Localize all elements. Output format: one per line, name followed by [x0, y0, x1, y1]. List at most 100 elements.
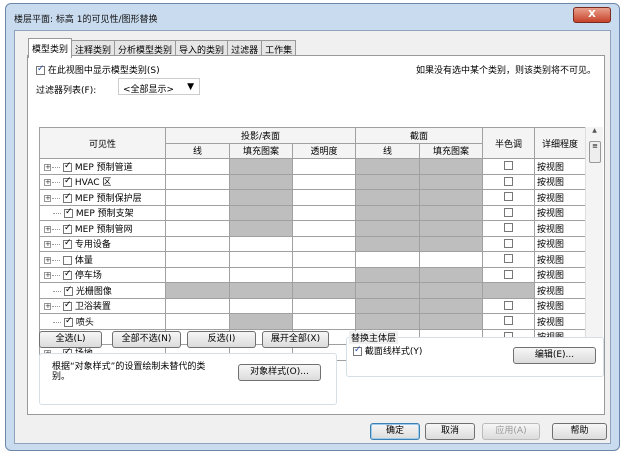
object-styles-button[interactable]: 对象样式(O)... [238, 364, 321, 381]
halftone-cell[interactable] [482, 266, 535, 283]
halftone-checkbox[interactable] [504, 254, 513, 264]
cut-line-cell[interactable] [355, 266, 420, 283]
table-row[interactable]: + MEP 预制管网 按视图 [39, 220, 586, 237]
table-row[interactable]: 光栅图像 按视图 [39, 282, 586, 299]
halftone-cell[interactable] [482, 297, 535, 314]
cut-line-cell[interactable] [355, 220, 420, 237]
table-row[interactable]: 喷头 按视图 [39, 313, 586, 330]
projection-line-cell[interactable] [165, 189, 230, 206]
visibility-checkbox[interactable] [63, 238, 72, 250]
projection-fill-cell[interactable] [229, 266, 293, 283]
projection-fill-cell[interactable] [229, 173, 293, 190]
table-row[interactable]: + 停车场 按视图 [39, 266, 586, 283]
filter-list-dropdown[interactable]: <全部显示> ▼ [118, 78, 200, 95]
projection-fill-cell[interactable] [229, 282, 293, 299]
projection-fill-cell[interactable] [229, 251, 293, 268]
cut-fill-cell[interactable] [419, 189, 483, 206]
vertical-scrollbar[interactable]: ▲ ≡ ▼ [585, 127, 603, 351]
cut-fill-cell[interactable] [419, 282, 483, 299]
close-button[interactable]: X [573, 7, 611, 23]
detail-level-cell[interactable]: 按视图 [534, 313, 586, 330]
halftone-checkbox[interactable] [504, 161, 513, 171]
halftone-cell[interactable] [482, 220, 535, 237]
halftone-checkbox[interactable] [504, 207, 513, 217]
detail-level-cell[interactable]: 按视图 [534, 220, 586, 237]
transparency-cell[interactable] [292, 220, 356, 237]
halftone-checkbox[interactable] [504, 269, 513, 279]
expand-all-button[interactable]: 展开全部(X) [262, 331, 329, 348]
checkbox[interactable] [36, 64, 45, 75]
expand-icon[interactable]: + [44, 256, 51, 264]
detail-level-cell[interactable]: 按视图 [534, 204, 586, 221]
cut-line-cell[interactable] [355, 313, 420, 330]
transparency-cell[interactable] [292, 313, 356, 330]
projection-fill-cell[interactable] [229, 297, 293, 314]
help-button[interactable]: 帮助 [552, 423, 607, 440]
expand-icon[interactable]: + [44, 272, 51, 280]
projection-line-cell[interactable] [165, 297, 230, 314]
cut-fill-cell[interactable] [419, 266, 483, 283]
projection-fill-cell[interactable] [229, 313, 293, 330]
cut-fill-cell[interactable] [419, 251, 483, 268]
visibility-checkbox[interactable] [63, 161, 72, 172]
apply-button[interactable]: 应用(A) [482, 423, 540, 440]
halftone-cell[interactable] [482, 251, 535, 268]
projection-line-cell[interactable] [165, 235, 230, 252]
halftone-checkbox[interactable] [504, 316, 513, 326]
cut-line-cell[interactable] [355, 173, 420, 190]
visibility-checkbox[interactable] [63, 255, 72, 265]
cancel-button[interactable]: 取消 [425, 423, 475, 440]
visibility-checkbox[interactable] [63, 223, 72, 234]
halftone-checkbox[interactable] [504, 176, 513, 186]
transparency-cell[interactable] [292, 173, 356, 190]
halftone-cell[interactable] [482, 313, 535, 330]
projection-line-cell[interactable] [165, 204, 230, 221]
projection-fill-cell[interactable] [229, 235, 293, 252]
transparency-cell[interactable] [292, 282, 356, 299]
expand-icon[interactable]: + [44, 241, 51, 249]
expand-icon[interactable]: + [44, 179, 51, 187]
ok-button[interactable]: 确定 [370, 423, 420, 440]
detail-level-cell[interactable]: 按视图 [534, 266, 586, 283]
visibility-checkbox[interactable] [63, 300, 72, 312]
projection-line-cell[interactable] [165, 282, 230, 299]
transparency-cell[interactable] [292, 204, 356, 221]
halftone-cell[interactable] [482, 282, 535, 299]
cut-line-cell[interactable] [355, 282, 420, 299]
projection-line-cell[interactable] [165, 251, 230, 268]
table-row[interactable]: + HVAC 区 按视图 [39, 173, 586, 190]
expand-icon[interactable]: + [44, 225, 51, 233]
transparency-cell[interactable] [292, 158, 356, 175]
detail-level-cell[interactable]: 按视图 [534, 282, 586, 299]
cut-line-styles-checkbox[interactable]: 截面线样式(Y) [353, 344, 422, 357]
halftone-checkbox[interactable] [504, 300, 513, 310]
cut-fill-cell[interactable] [419, 313, 483, 330]
detail-level-cell[interactable]: 按视图 [534, 297, 586, 314]
cut-line-cell[interactable] [355, 235, 420, 252]
table-row[interactable]: MEP 预制支架 按视图 [39, 204, 586, 221]
cut-line-cell[interactable] [355, 189, 420, 206]
expand-icon[interactable]: + [44, 163, 51, 171]
projection-line-cell[interactable] [165, 173, 230, 190]
table-row[interactable]: + MEP 预制管道 按视图 [39, 158, 586, 175]
cut-fill-cell[interactable] [419, 158, 483, 175]
table-row[interactable]: + 体量 按视图 [39, 251, 586, 268]
table-row[interactable]: + MEP 预制保护层 按视图 [39, 189, 586, 206]
projection-fill-cell[interactable] [229, 220, 293, 237]
projection-line-cell[interactable] [165, 220, 230, 237]
halftone-cell[interactable] [482, 189, 535, 206]
halftone-checkbox[interactable] [504, 238, 513, 248]
visibility-checkbox[interactable] [63, 269, 72, 281]
detail-level-cell[interactable]: 按视图 [534, 158, 586, 175]
halftone-checkbox[interactable] [504, 192, 513, 202]
visibility-checkbox[interactable] [63, 176, 72, 188]
projection-fill-cell[interactable] [229, 158, 293, 175]
tab-model-categories[interactable]: 模型类别 [28, 38, 73, 58]
projection-fill-cell[interactable] [229, 204, 293, 221]
cut-line-cell[interactable] [355, 251, 420, 268]
expand-icon[interactable]: + [44, 194, 51, 202]
visibility-checkbox[interactable] [64, 285, 73, 296]
show-categories-checkbox[interactable]: 在此视图中显示模型类别(S) [36, 63, 160, 76]
transparency-cell[interactable] [292, 297, 356, 314]
detail-level-cell[interactable]: 按视图 [534, 189, 586, 206]
